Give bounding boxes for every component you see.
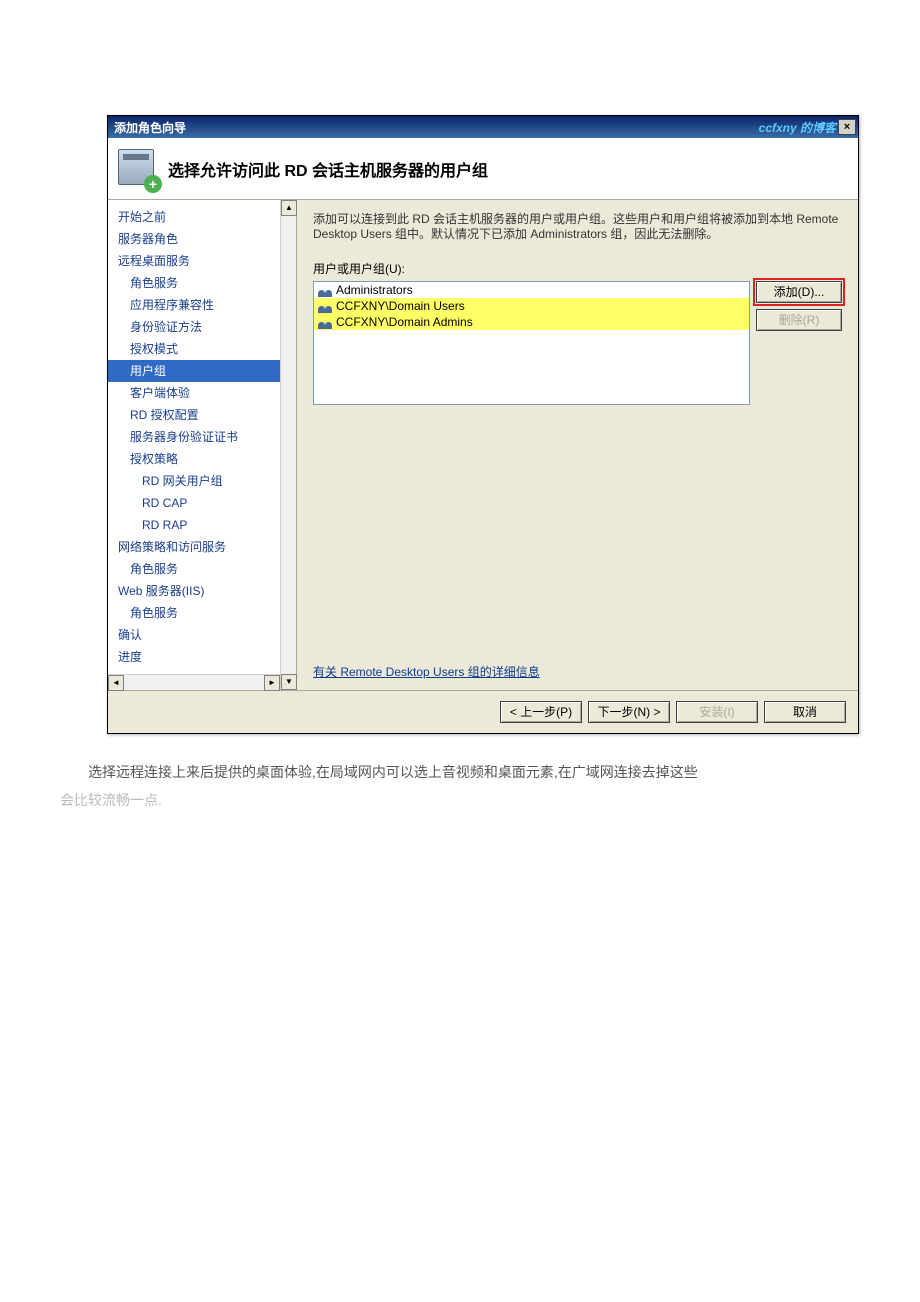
nav-item[interactable]: 角色服务 bbox=[108, 602, 280, 624]
nav-item[interactable]: 确认 bbox=[108, 624, 280, 646]
scroll-right-icon[interactable]: ► bbox=[264, 675, 280, 691]
nav-item[interactable]: RD CAP bbox=[108, 492, 280, 514]
plus-badge-icon: + bbox=[144, 175, 162, 193]
nav-item[interactable]: 网络策略和访问服务 bbox=[108, 536, 280, 558]
list-item[interactable]: CCFXNY\Domain Admins bbox=[314, 314, 749, 330]
nav-item[interactable]: 服务器身份验证证书 bbox=[108, 426, 280, 448]
group-name: CCFXNY\Domain Users bbox=[336, 299, 465, 313]
window-title: 添加角色向导 bbox=[114, 119, 759, 136]
nav-item[interactable]: 远程桌面服务 bbox=[108, 250, 280, 272]
wizard-header: + 选择允许访问此 RD 会话主机服务器的用户组 bbox=[108, 138, 858, 200]
listbox-label: 用户或用户组(U): bbox=[313, 260, 842, 277]
scroll-down-icon[interactable]: ▼ bbox=[281, 674, 297, 690]
nav-item[interactable]: 用户组 bbox=[108, 360, 280, 382]
nav-item[interactable]: Web 服务器(IIS) bbox=[108, 580, 280, 602]
watermark-text: ccfxny 的博客 bbox=[759, 119, 836, 136]
wizard-sidebar: 开始之前服务器角色远程桌面服务角色服务应用程序兼容性身份验证方法授权模式用户组客… bbox=[108, 200, 280, 674]
group-name: Administrators bbox=[336, 283, 413, 297]
add-button[interactable]: 添加(D)... bbox=[756, 281, 842, 303]
add-roles-wizard-dialog: 添加角色向导 ccfxny 的博客 × + 选择允许访问此 RD 会话主机服务器… bbox=[107, 115, 859, 734]
wizard-footer: < 上一步(P) 下一步(N) > 安装(I) 取消 bbox=[108, 690, 858, 733]
scroll-left-icon[interactable]: ◄ bbox=[108, 675, 124, 691]
nav-item[interactable]: RD RAP bbox=[108, 514, 280, 536]
nav-item[interactable]: 进度 bbox=[108, 646, 280, 668]
nav-item[interactable]: RD 网关用户组 bbox=[108, 470, 280, 492]
nav-item[interactable]: 授权模式 bbox=[108, 338, 280, 360]
more-info-link[interactable]: 有关 Remote Desktop Users 组的详细信息 bbox=[313, 663, 842, 680]
nav-item[interactable]: RD 授权配置 bbox=[108, 404, 280, 426]
page-title: 选择允许访问此 RD 会话主机服务器的用户组 bbox=[168, 157, 488, 181]
user-groups-listbox[interactable]: Administrators CCFXNY\Domain Users CCFXNY\… bbox=[313, 281, 750, 405]
previous-button[interactable]: < 上一步(P) bbox=[500, 701, 582, 723]
sidebar-hscroll[interactable]: ◄ ► bbox=[108, 674, 280, 690]
group-name: CCFXNY\Domain Admins bbox=[336, 315, 473, 329]
instruction-text: 添加可以连接到此 RD 会话主机服务器的用户或用户组。这些用户和用户组将被添加到… bbox=[313, 212, 842, 242]
nav-item[interactable]: 客户端体验 bbox=[108, 382, 280, 404]
group-icon bbox=[318, 283, 332, 297]
nav-item[interactable]: 角色服务 bbox=[108, 272, 280, 294]
list-item[interactable]: CCFXNY\Domain Users bbox=[314, 298, 749, 314]
nav-item[interactable]: 身份验证方法 bbox=[108, 316, 280, 338]
cancel-button[interactable]: 取消 bbox=[764, 701, 846, 723]
list-item[interactable]: Administrators bbox=[314, 282, 749, 298]
titlebar: 添加角色向导 ccfxny 的博客 × bbox=[108, 116, 858, 138]
close-icon[interactable]: × bbox=[838, 119, 856, 135]
nav-item[interactable]: 开始之前 bbox=[108, 206, 280, 228]
scroll-up-icon[interactable]: ▲ bbox=[281, 200, 297, 216]
nav-item[interactable]: 角色服务 bbox=[108, 558, 280, 580]
remove-button: 删除(R) bbox=[756, 309, 842, 331]
wizard-content: 添加可以连接到此 RD 会话主机服务器的用户或用户组。这些用户和用户组将被添加到… bbox=[297, 200, 858, 690]
install-button: 安装(I) bbox=[676, 701, 758, 723]
next-button[interactable]: 下一步(N) > bbox=[588, 701, 670, 723]
nav-item[interactable]: 服务器角色 bbox=[108, 228, 280, 250]
sidebar-vscroll[interactable]: ▲ ▼ bbox=[280, 200, 296, 690]
nav-item[interactable]: 应用程序兼容性 bbox=[108, 294, 280, 316]
caption-text: 选择远程连接上来后提供的桌面体验,在局域网内可以选上音视频和桌面元素,在广域网连… bbox=[60, 758, 830, 814]
server-icon: + bbox=[118, 149, 158, 189]
nav-item[interactable]: 授权策略 bbox=[108, 448, 280, 470]
group-icon bbox=[318, 315, 332, 329]
group-icon bbox=[318, 299, 332, 313]
